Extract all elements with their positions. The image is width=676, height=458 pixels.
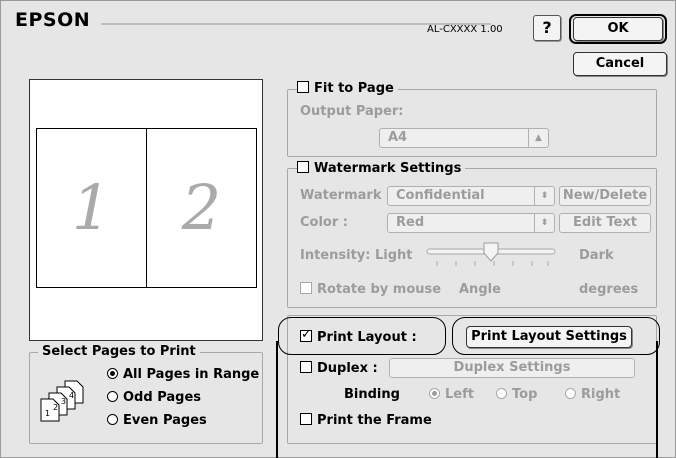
- binding-left-option[interactable]: Left: [429, 387, 474, 402]
- pages-option-odd[interactable]: Odd Pages: [107, 390, 201, 405]
- pages-option-even[interactable]: Even Pages: [107, 413, 207, 428]
- print-layout-label: Print Layout :: [317, 330, 417, 345]
- pages-option-all[interactable]: All Pages in Range: [107, 367, 259, 382]
- odd-pages-label: Odd Pages: [123, 390, 201, 405]
- print-layout-checkbox[interactable]: Print Layout :: [300, 327, 417, 345]
- ok-button[interactable]: OK: [573, 17, 663, 41]
- print-frame-check[interactable]: [300, 413, 312, 425]
- svg-text:2: 2: [53, 403, 58, 412]
- intensity-dark-label: Dark: [579, 248, 614, 263]
- binding-right-label: Right: [581, 387, 621, 402]
- binding-left-label: Left: [445, 387, 474, 402]
- color-value: Red: [396, 215, 425, 230]
- color-select[interactable]: Red ⬍: [387, 213, 555, 233]
- rotate-check[interactable]: [300, 282, 312, 294]
- fit-to-page-check[interactable]: [297, 81, 309, 93]
- all-pages-label: All Pages in Range: [123, 367, 260, 382]
- duplex-check[interactable]: [300, 361, 312, 373]
- degrees-label: degrees: [579, 282, 639, 297]
- callout-leader-left: [276, 341, 278, 458]
- printer-layout-dialog: EPSON AL-CXXXX 1.00 ? OK Cancel 1 2 Sele…: [0, 0, 676, 458]
- intensity-label: Intensity: Light: [300, 248, 413, 263]
- preview-page-2: 2: [146, 128, 257, 288]
- cancel-button[interactable]: Cancel: [573, 52, 667, 76]
- binding-top-label: Top: [512, 387, 538, 402]
- preview-page-1: 1: [36, 128, 147, 288]
- radio-odd-pages[interactable]: [107, 391, 118, 402]
- popup-arrows-icon: ⬍: [534, 214, 554, 232]
- driver-version: AL-CXXXX 1.00: [427, 24, 503, 35]
- watermark-value: Confidential: [396, 188, 485, 203]
- radio-all-pages[interactable]: [107, 368, 118, 379]
- layout-preview: 1 2: [29, 79, 263, 341]
- binding-top-option[interactable]: Top: [496, 387, 537, 402]
- binding-label: Binding: [344, 387, 400, 402]
- output-paper-label: Output Paper:: [300, 104, 404, 119]
- watermark-field-label: Watermark :: [300, 188, 392, 203]
- radio-binding-left[interactable]: [429, 388, 440, 399]
- duplex-checkbox[interactable]: Duplex :: [300, 361, 378, 376]
- radio-binding-top[interactable]: [496, 388, 507, 399]
- help-button[interactable]: ?: [533, 15, 561, 41]
- rotate-by-mouse-checkbox[interactable]: Rotate by mouse: [300, 282, 441, 297]
- slider-thumb[interactable]: [483, 242, 499, 262]
- watermark-select[interactable]: Confidential ⬍: [387, 186, 555, 206]
- output-paper-value: A4: [388, 130, 408, 145]
- radio-binding-right[interactable]: [565, 388, 576, 399]
- print-frame-checkbox[interactable]: Print the Frame: [300, 413, 432, 428]
- callout-leader-right: [656, 341, 658, 458]
- svg-text:4: 4: [69, 391, 74, 400]
- edit-text-button[interactable]: Edit Text: [559, 213, 651, 233]
- rotate-label: Rotate by mouse: [317, 282, 442, 297]
- color-label: Color :: [300, 215, 348, 230]
- output-paper-select[interactable]: A4 ▲: [379, 128, 549, 148]
- watermark-check[interactable]: [297, 161, 309, 173]
- new-delete-button[interactable]: New/Delete: [559, 186, 651, 206]
- duplex-label: Duplex :: [317, 361, 378, 376]
- even-pages-label: Even Pages: [123, 413, 207, 428]
- print-layout-check[interactable]: [300, 327, 312, 342]
- watermark-checkbox[interactable]: Watermark Settings: [297, 161, 466, 176]
- select-pages-title: Select Pages to Print: [38, 344, 200, 359]
- intensity-slider[interactable]: [425, 239, 557, 271]
- popup-arrows-icon: ▲: [528, 129, 548, 147]
- fit-to-page-label: Fit to Page: [314, 81, 394, 96]
- angle-label: Angle: [459, 282, 501, 297]
- pages-stack-icon: 1234: [40, 380, 84, 422]
- duplex-settings-button[interactable]: Duplex Settings: [389, 358, 635, 378]
- print-layout-settings-button[interactable]: Print Layout Settings: [466, 326, 632, 348]
- fit-to-page-checkbox[interactable]: Fit to Page: [297, 81, 398, 96]
- popup-arrows-icon: ⬍: [534, 187, 554, 205]
- svg-text:1: 1: [45, 409, 50, 418]
- svg-text:3: 3: [61, 397, 66, 406]
- brand-logo: EPSON: [15, 9, 91, 31]
- binding-right-option[interactable]: Right: [565, 387, 620, 402]
- watermark-label: Watermark Settings: [314, 161, 462, 176]
- radio-even-pages[interactable]: [107, 414, 118, 425]
- print-frame-label: Print the Frame: [317, 413, 432, 428]
